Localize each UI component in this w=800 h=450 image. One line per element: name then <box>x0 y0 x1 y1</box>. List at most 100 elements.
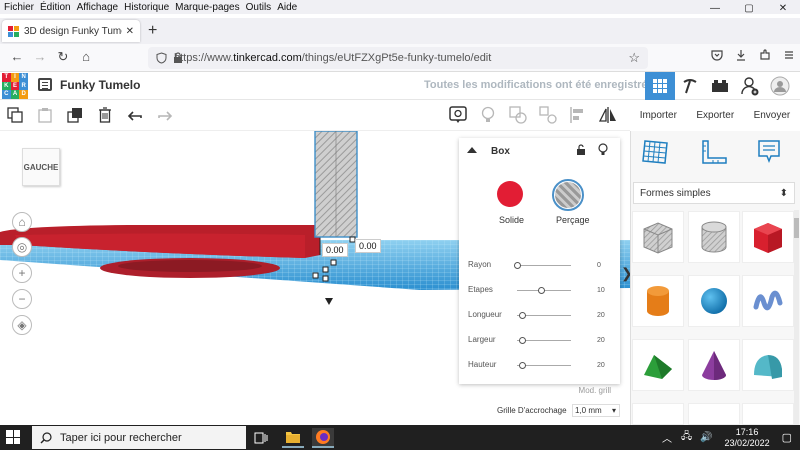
copy-icon[interactable] <box>5 105 25 125</box>
group-icon[interactable] <box>508 105 528 125</box>
tab-close-icon[interactable]: ✕ <box>126 26 134 37</box>
clock[interactable]: 17:16 23/02/2022 <box>725 427 770 449</box>
browser-tab[interactable]: 3D design Funky Tumelo | Tinke ✕ <box>2 20 140 42</box>
unlock-icon[interactable] <box>576 144 586 156</box>
send-button[interactable]: Envoyer <box>754 110 791 121</box>
prop-radius-track[interactable] <box>517 265 571 266</box>
new-tab-button[interactable]: + <box>148 22 157 40</box>
avatar[interactable] <box>765 72 795 100</box>
menu-edit[interactable]: Édition <box>40 2 71 13</box>
shape-roof[interactable] <box>632 339 684 391</box>
perspective-icon[interactable]: ◈ <box>12 315 32 335</box>
zoom-out-icon[interactable]: − <box>12 289 32 309</box>
menu-icon[interactable] <box>780 49 798 67</box>
prop-width-knob[interactable] <box>518 336 526 344</box>
snap-grid-select[interactable]: 1,0 mm ▾ <box>572 404 620 417</box>
import-button[interactable]: Importer <box>640 110 677 121</box>
lightbulb-icon[interactable] <box>478 105 498 125</box>
viewcube[interactable]: GAUCHE <box>22 148 60 186</box>
dimension-input[interactable]: 0.00 <box>355 239 381 253</box>
zoom-in-icon[interactable]: + <box>12 263 32 283</box>
menu-help[interactable]: Aide <box>277 2 297 13</box>
download-icon[interactable] <box>732 49 750 67</box>
shape-cylinder-hole[interactable] <box>688 211 740 263</box>
export-button[interactable]: Exporter <box>696 110 734 121</box>
home-view-icon[interactable]: ⌂ <box>12 212 32 232</box>
pickaxe-icon[interactable] <box>675 72 705 100</box>
shape-scribble[interactable] <box>742 275 794 327</box>
align-icon[interactable] <box>568 105 588 125</box>
design-list-icon[interactable] <box>38 78 52 91</box>
shape-round-roof[interactable] <box>742 339 794 391</box>
paste-icon[interactable] <box>35 105 55 125</box>
url-bar[interactable]: https://www.tinkercad.com/things/eUtFZXg… <box>148 47 648 69</box>
prop-radius-label: Rayon <box>468 260 492 269</box>
windows-start-icon[interactable] <box>6 430 20 444</box>
3d-design-view-icon[interactable] <box>645 72 675 100</box>
home-button[interactable]: ⌂ <box>77 48 95 66</box>
pocket-icon[interactable] <box>708 49 726 67</box>
close-window-button[interactable]: ✕ <box>766 0 800 18</box>
extensions-icon[interactable] <box>756 49 774 67</box>
solid-color-swatch[interactable] <box>497 181 523 207</box>
ruler-icon[interactable] <box>700 139 728 165</box>
forward-button[interactable]: → <box>31 48 49 66</box>
mirror-icon[interactable] <box>598 105 618 125</box>
menu-view[interactable]: Affichage <box>77 2 119 13</box>
shape-partial[interactable] <box>688 403 740 425</box>
shape-category-select[interactable]: Formes simples ⬍ <box>633 182 795 204</box>
menu-history[interactable]: Historique <box>124 2 169 13</box>
menu-bookmarks[interactable]: Marque-pages <box>175 2 239 13</box>
shape-sphere[interactable] <box>688 275 740 327</box>
reload-button[interactable]: ↻ <box>54 48 72 66</box>
tinkercad-logo[interactable]: TIN KER CAD <box>2 73 28 99</box>
lock-icon[interactable] <box>173 52 183 64</box>
shape-cone[interactable] <box>688 339 740 391</box>
shape-cylinder[interactable] <box>632 275 684 327</box>
maximize-button[interactable]: ▢ <box>732 0 766 18</box>
note-icon[interactable] <box>757 139 781 165</box>
prop-height-knob[interactable] <box>518 361 526 369</box>
prop-steps-knob[interactable] <box>537 286 545 294</box>
redo-icon[interactable] <box>155 105 175 125</box>
volume-icon[interactable]: 🔊 <box>700 432 712 443</box>
shield-icon[interactable] <box>156 52 167 64</box>
shape-partial[interactable] <box>632 403 684 425</box>
dimension-input[interactable]: 0.00 <box>322 243 348 257</box>
trash-icon[interactable] <box>95 105 115 125</box>
add-user-icon[interactable] <box>735 72 765 100</box>
undo-icon[interactable] <box>125 105 145 125</box>
firefox-icon[interactable] <box>312 428 334 448</box>
task-view-icon[interactable] <box>250 428 272 448</box>
prop-length-value: 20 <box>597 312 605 319</box>
hole-swatch[interactable] <box>555 182 581 208</box>
file-explorer-icon[interactable] <box>282 428 304 448</box>
prop-radius-knob[interactable] <box>513 261 521 269</box>
collapse-inspector-icon[interactable] <box>467 146 477 154</box>
prop-length-knob[interactable] <box>518 311 526 319</box>
chevron-up-icon[interactable]: ︿ <box>662 430 672 445</box>
ungroup-icon[interactable] <box>538 105 558 125</box>
lightbulb-icon[interactable] <box>598 143 608 157</box>
bricks-icon[interactable] <box>705 72 735 100</box>
shape-partial[interactable] <box>742 403 794 425</box>
grid-icon[interactable] <box>641 139 669 165</box>
network-icon[interactable]: 🖧 <box>681 429 692 446</box>
shapes-scrollbar[interactable] <box>794 210 799 425</box>
menu-file[interactable]: Fichier <box>4 2 34 13</box>
shape-box-hole[interactable] <box>632 211 684 263</box>
fit-view-icon[interactable]: ◎ <box>12 237 32 257</box>
design-name[interactable]: Funky Tumelo <box>60 78 140 92</box>
shape-box[interactable] <box>742 211 794 263</box>
back-button[interactable]: ← <box>8 48 26 66</box>
notification-icon[interactable]: ▢ <box>782 431 792 444</box>
taskbar-search[interactable]: Taper ici pour rechercher <box>32 426 246 449</box>
minimize-button[interactable]: — <box>698 0 732 18</box>
edit-grid-button[interactable]: Mod. grill <box>559 386 611 398</box>
duplicate-icon[interactable] <box>65 105 85 125</box>
menu-tools[interactable]: Outils <box>246 2 272 13</box>
tinkercad-favicon-icon <box>8 25 19 37</box>
bookmark-star-icon[interactable]: ☆ <box>628 50 640 66</box>
shapes-scrollbar-thumb[interactable] <box>794 218 799 238</box>
note-icon[interactable] <box>448 105 468 125</box>
